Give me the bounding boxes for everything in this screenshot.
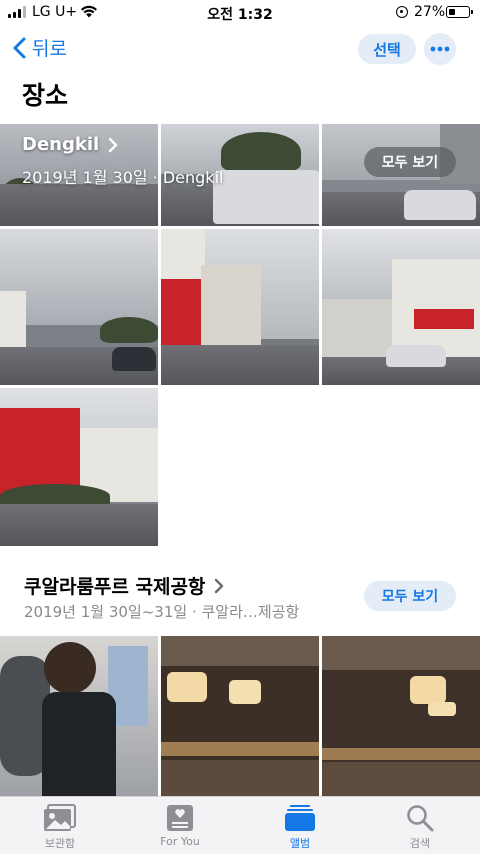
section-klia-title[interactable]: 쿠알라룸푸르 국제공항 [24, 572, 225, 599]
section-dengkil-title[interactable]: Dengkil [22, 134, 119, 155]
for-you-icon [167, 805, 193, 831]
photo-thumbnail[interactable] [322, 636, 480, 796]
tab-bar: 보관함 For You 앨범 검색 [0, 796, 480, 854]
photos-library-icon [44, 804, 76, 831]
tab-search[interactable]: 검색 [380, 801, 460, 851]
see-all-button[interactable]: 모두 보기 [364, 581, 456, 611]
section-dengkil-subtitle: 2019년 1월 30일 · Dengkil [22, 168, 224, 187]
photo-thumbnail[interactable] [322, 229, 480, 385]
chevron-right-icon [215, 578, 224, 593]
back-button[interactable]: 뒤로 [12, 34, 67, 61]
battery-percent: 27% [414, 4, 446, 20]
see-all-button[interactable]: 모두 보기 [364, 147, 456, 177]
battery-icon [446, 6, 473, 18]
orientation-lock-icon [396, 6, 408, 18]
select-button[interactable]: 선택 [358, 34, 416, 64]
albums-icon [285, 805, 315, 831]
photo-thumbnail[interactable] [0, 388, 158, 546]
tab-for-you[interactable]: For You [140, 801, 220, 848]
more-button[interactable] [424, 33, 456, 65]
photo-thumbnail[interactable] [161, 229, 319, 385]
photo-thumbnail[interactable] [0, 229, 158, 385]
chevron-right-icon [108, 137, 118, 152]
ellipsis-icon [430, 46, 450, 52]
status-bar: LG U+ 오전 1:32 27% [0, 0, 480, 26]
photo-thumbnail[interactable] [0, 636, 158, 796]
search-icon [407, 805, 434, 832]
back-label: 뒤로 [32, 38, 67, 60]
tab-library[interactable]: 보관함 [20, 801, 100, 851]
page-title: 장소 [22, 81, 69, 110]
status-time: 오전 1:32 [207, 7, 273, 23]
chevron-left-icon [13, 37, 26, 58]
tab-albums[interactable]: 앨범 [260, 801, 340, 851]
photo-thumbnail[interactable] [161, 636, 319, 796]
section-klia-subtitle: 2019년 1월 30일~31일 · 쿠알라…제공항 [24, 603, 300, 621]
